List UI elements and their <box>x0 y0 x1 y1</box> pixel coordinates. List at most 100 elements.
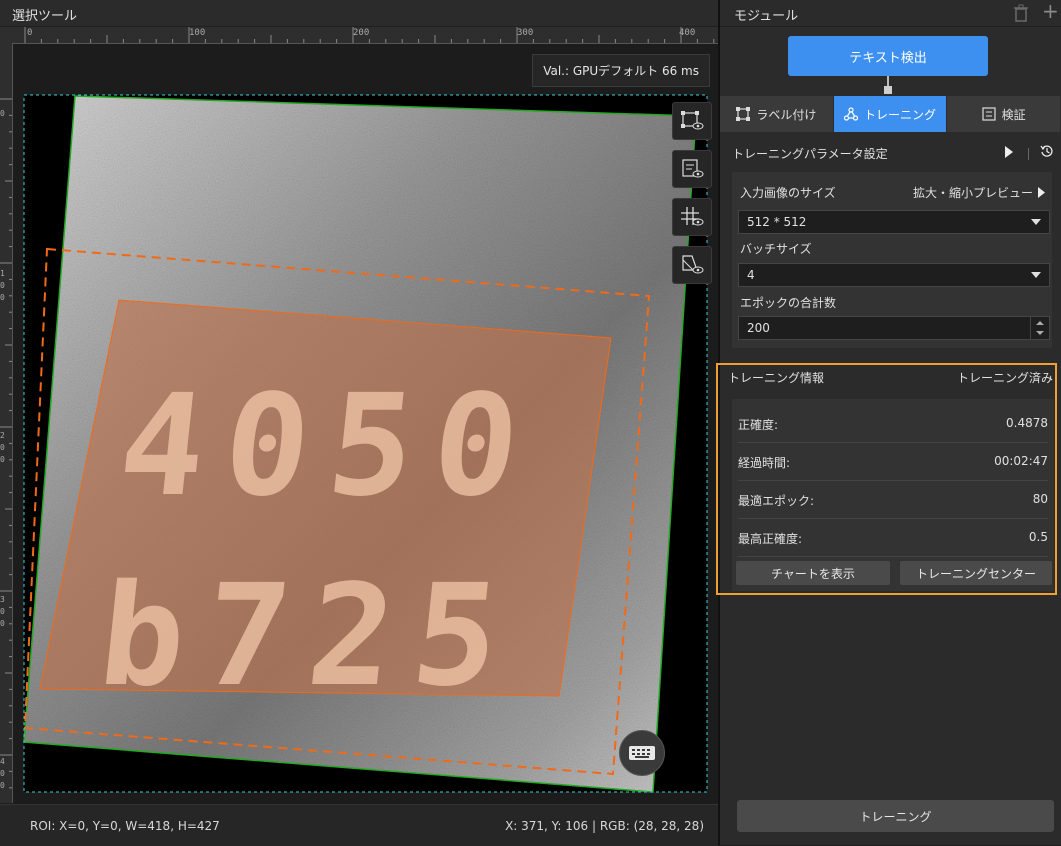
chevron-down-icon <box>1031 219 1041 225</box>
metric-row: 最高正確度: 0.5 <box>738 519 1048 557</box>
ruler-label: 400 <box>679 28 696 38</box>
keyboard-icon <box>629 746 655 760</box>
horizontal-ruler: 0 100 200 300 400 <box>12 27 718 44</box>
metric-key: 最適エポック: <box>738 494 815 508</box>
ruler-label: 0 <box>0 109 5 118</box>
play-icon[interactable] <box>1004 146 1014 158</box>
node-connector-port <box>884 86 892 94</box>
mask-view-icon <box>682 255 704 274</box>
input-size-label: 入力画像のサイズ <box>740 186 836 200</box>
tab-validation[interactable]: 検証 <box>947 96 1061 132</box>
ruler-label: 200 <box>353 28 370 38</box>
training-icon <box>844 107 858 121</box>
training-info-panel: トレーニング情報 トレーニング済み 正確度: 0.4878 経過時間: 00:0… <box>716 363 1057 595</box>
metric-key: 正確度: <box>738 418 779 432</box>
tab-label: 検証 <box>1001 107 1026 122</box>
metric-key: 経過時間: <box>738 456 791 470</box>
stepper-down-icon[interactable] <box>1036 331 1044 335</box>
ruler-label: 0 <box>0 607 5 616</box>
metric-row: 正確度: 0.4878 <box>738 405 1048 443</box>
ruler-label: 0 <box>0 443 5 452</box>
ruler-label: 3 <box>0 595 5 604</box>
metric-value: 00:02:47 <box>994 454 1048 468</box>
show-chart-button[interactable]: チャートを表示 <box>736 561 890 585</box>
roi-readout: ROI: X=0, Y=0, W=418, H=427 <box>30 819 220 833</box>
batch-size-label: バッチサイズ <box>740 242 812 256</box>
text-detection-module-node[interactable]: テキスト検出 <box>788 36 988 76</box>
left-panel-header: 選択ツール <box>0 0 718 27</box>
metric-value: 0.4878 <box>1006 416 1048 430</box>
input-size-select[interactable]: 512 * 512 <box>738 210 1050 234</box>
module-panel: モジュール + テキスト検出 ラベル付け トレーニング 検証 トレーニングパラメ… <box>716 0 1061 845</box>
module-panel-title: モジュール <box>734 9 799 24</box>
ruler-label: 4 <box>0 757 5 766</box>
left-panel-title: 選択ツール <box>12 9 78 24</box>
inference-time-box: Val.: GPUデフォルト 66 ms <box>532 54 710 87</box>
plus-icon[interactable]: + <box>1042 0 1059 22</box>
scale-preview-label: 拡大・縮小プレビュー <box>912 186 1033 200</box>
trash-icon[interactable] <box>1013 4 1029 22</box>
module-tabs: ラベル付け トレーニング 検証 <box>720 96 1061 132</box>
keyboard-shortcut-button[interactable] <box>619 730 665 776</box>
ruler-label: 300 <box>517 28 534 38</box>
plate-text-line-1: 4050 <box>112 365 546 528</box>
status-bar: ROI: X=0, Y=0, W=418, H=427 X: 371, Y: 1… <box>0 804 718 846</box>
stepper-up-icon[interactable] <box>1036 321 1044 325</box>
ruler-label: 0 <box>0 619 5 628</box>
scale-preview-link[interactable]: 拡大・縮小プレビュー <box>913 184 1046 201</box>
metric-value: 80 <box>1032 492 1048 506</box>
roi-view-icon <box>681 111 704 130</box>
tab-labeling[interactable]: ラベル付け <box>720 96 834 132</box>
input-size-value: 512 * 512 <box>747 215 807 229</box>
ruler-corner <box>0 27 12 43</box>
ruler-label: 2 <box>0 431 5 440</box>
training-params-box: 入力画像のサイズ 拡大・縮小プレビュー 512 * 512 バッチサイズ 4 エ… <box>732 172 1052 348</box>
label-view-icon <box>682 159 704 178</box>
ruler-label: 0 <box>0 781 5 790</box>
mask-view-button[interactable] <box>672 246 712 284</box>
module-header: モジュール + <box>720 0 1061 27</box>
metric-row: 経過時間: 00:02:47 <box>738 443 1048 481</box>
ruler-label: 0 <box>27 28 33 38</box>
epoch-label: エポックの合計数 <box>740 296 837 310</box>
ruler-label: 0 <box>0 455 5 464</box>
vertical-ruler: 0 1 0 0 2 0 0 3 0 0 4 0 0 <box>0 43 13 803</box>
batch-size-select[interactable]: 4 <box>738 263 1050 287</box>
ruler-label: 1 <box>0 269 5 278</box>
ruler-ticks-vertical <box>0 98 12 789</box>
epoch-input[interactable]: 200 <box>738 316 1050 340</box>
tab-label: トレーニング <box>864 107 937 122</box>
ruler-label: 0 <box>0 769 5 778</box>
training-center-button[interactable]: トレーニングセンター <box>900 561 1052 585</box>
ruler-label: 0 <box>0 281 5 290</box>
train-button[interactable]: トレーニング <box>737 800 1054 832</box>
epoch-stepper[interactable] <box>1030 317 1049 339</box>
epoch-value: 200 <box>747 321 770 335</box>
cursor-readout: X: 371, Y: 106 | RGB: (28, 28, 28) <box>505 819 704 833</box>
validate-icon <box>982 107 996 121</box>
training-metrics: 正確度: 0.4878 経過時間: 00:02:47 最適エポック: 80 最高… <box>732 399 1054 591</box>
training-params-title: トレーニングパラメータ設定 <box>732 147 888 161</box>
image-canvas[interactable]: 4050 b725 Val.: GPUデフォルト 66 ms <box>13 44 718 804</box>
metric-row: 最適エポック: 80 <box>738 481 1048 519</box>
metric-key: 最高正確度: <box>738 532 803 546</box>
metric-value: 0.5 <box>1028 530 1048 544</box>
training-params-header[interactable]: トレーニングパラメータ設定 <box>720 136 1061 168</box>
chevron-down-icon <box>1031 272 1041 278</box>
tab-training[interactable]: トレーニング <box>833 96 948 132</box>
play-icon <box>1038 187 1045 198</box>
training-info-title: トレーニング情報 <box>728 371 825 385</box>
separator <box>1028 148 1029 160</box>
training-status: トレーニング済み <box>956 371 1053 385</box>
grid-view-icon <box>681 207 704 226</box>
label-view-button[interactable] <box>672 150 712 188</box>
roi-view-button[interactable] <box>672 102 712 140</box>
batch-size-value: 4 <box>747 268 755 282</box>
grid-view-button[interactable] <box>672 198 712 236</box>
label-icon <box>736 107 751 121</box>
reset-history-icon[interactable] <box>1040 144 1054 158</box>
image-viewport[interactable]: 4050 b725 <box>13 44 718 804</box>
ruler-label: 100 <box>189 28 206 38</box>
plate-text-line-2: b725 <box>92 555 526 718</box>
tab-label: ラベル付け <box>756 107 817 122</box>
